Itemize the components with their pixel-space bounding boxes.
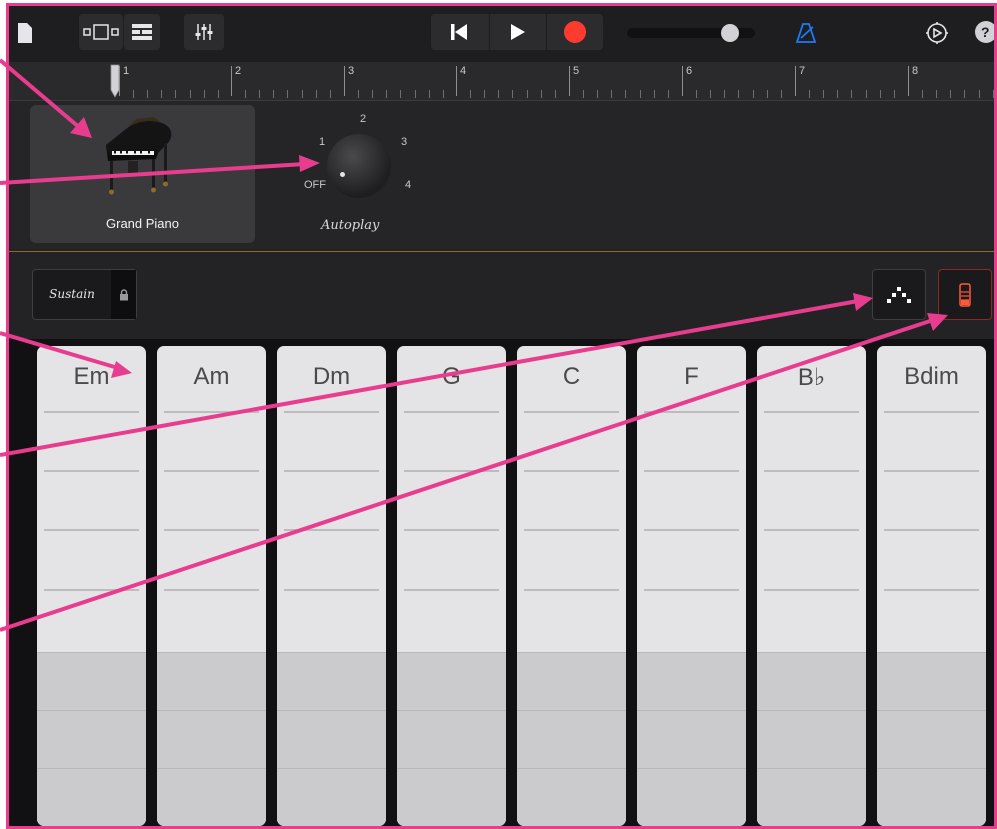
arrow-to-chords-button <box>0 299 859 457</box>
annotation-arrows <box>0 58 948 632</box>
arrow-to-autoplay <box>0 162 306 185</box>
arrow-to-keyboard-button <box>0 318 934 632</box>
arrow-to-chord-strip <box>0 331 119 370</box>
arrow-to-instrument <box>0 58 82 130</box>
